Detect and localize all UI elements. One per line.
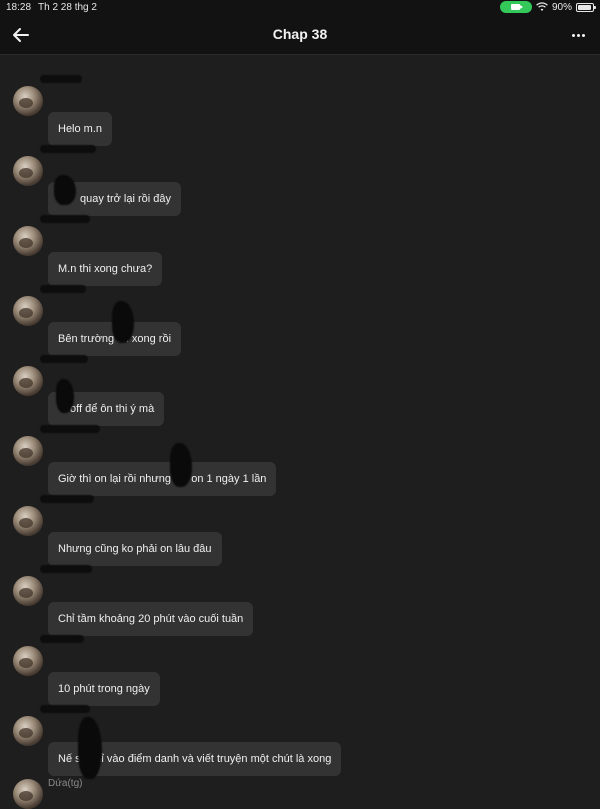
camera-in-use-indicator <box>499 1 532 13</box>
list-item: Chỉ tầm khoảng 20 phút vào cuối tuần <box>0 559 600 636</box>
status-bar: 18:28 Th 2 28 thg 2 90% <box>0 0 600 16</box>
status-date: Th 2 28 thg 2 <box>38 2 97 13</box>
list-item: Bên trường thi xong rồi <box>0 279 600 356</box>
wifi-icon <box>536 2 548 11</box>
redaction-mark <box>112 301 134 343</box>
avatar[interactable] <box>13 436 43 466</box>
list-item: M.n thi xong chưa? <box>0 209 600 286</box>
avatar[interactable] <box>13 226 43 256</box>
battery-icon <box>576 2 596 12</box>
redaction-mark <box>54 175 76 205</box>
more-options-icon[interactable] <box>568 26 588 44</box>
redaction-mark <box>56 379 74 413</box>
avatar[interactable] <box>13 716 43 746</box>
comment-feed[interactable]: Helo m.n quay trở lại rồi đây M.n thi xo… <box>0 55 600 809</box>
comment-author-name[interactable]: Dứa(tg) <box>48 778 82 789</box>
video-camera-icon <box>511 4 524 10</box>
redaction-mark <box>78 717 102 779</box>
redacted-username <box>40 285 86 293</box>
avatar[interactable] <box>13 779 43 809</box>
redacted-username <box>40 565 92 573</box>
redacted-username <box>40 215 90 223</box>
list-item: off để ôn thi ý mà <box>0 349 600 426</box>
redacted-username <box>40 705 90 713</box>
list-item: Nhưng cũng ko phải on lâu đâu <box>0 489 600 566</box>
list-item: Nế sẽ chỉ vào điểm danh và viết truyện m… <box>0 699 600 779</box>
top-app-bar: Chap 38 <box>0 16 600 55</box>
list-item: quay trở lại rồi đây <box>0 139 600 216</box>
list-item: Helo m.n <box>0 69 600 146</box>
avatar[interactable] <box>13 506 43 536</box>
status-indicators: 90% <box>499 1 596 13</box>
redacted-username <box>40 145 96 153</box>
avatar[interactable] <box>13 646 43 676</box>
redacted-username <box>40 495 94 503</box>
status-time: 18:28 <box>6 2 32 13</box>
battery-percentage: 90% <box>551 1 572 13</box>
list-item: 10 phút trong ngày <box>0 629 600 706</box>
list-item: Giờ thì on lại rồi nhưng chỉ on 1 ngày 1… <box>0 419 600 496</box>
redaction-mark <box>170 443 192 487</box>
avatar[interactable] <box>13 296 43 326</box>
avatar[interactable] <box>13 576 43 606</box>
avatar[interactable] <box>13 156 43 186</box>
avatar[interactable] <box>13 86 43 116</box>
page-title: Chap 38 <box>272 26 328 42</box>
redacted-username <box>40 635 84 643</box>
redacted-username <box>40 425 100 433</box>
redacted-username <box>40 355 88 363</box>
avatar[interactable] <box>13 366 43 396</box>
redacted-username <box>40 75 82 83</box>
